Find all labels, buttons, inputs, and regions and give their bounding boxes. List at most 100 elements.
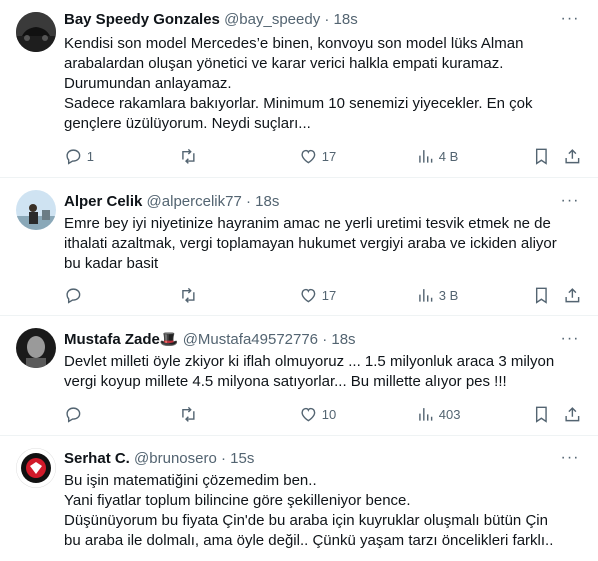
tweet-text-line: Devlet milleti öyle zkiyor ki iflah olmu… xyxy=(64,353,555,370)
tweet-actions: 1 17 4 B xyxy=(64,146,584,166)
tweet[interactable]: Alper Celik @alpercelik77 · 18s ··· Emre… xyxy=(0,178,598,316)
bookmark-button[interactable] xyxy=(532,404,551,424)
display-name[interactable]: Serhat C. xyxy=(64,450,130,467)
retweet-button[interactable] xyxy=(179,404,202,424)
views-chart-icon xyxy=(419,288,433,302)
tweet-text-line: Düşünüyorum bu fiyata Çin'de bu araba iç… xyxy=(64,512,548,529)
portrait-avatar-image xyxy=(16,328,56,368)
tweet-text-line: bu araba ile dolmalı, ama öyle değil.. Ç… xyxy=(64,532,554,549)
eagle-logo-avatar-image xyxy=(16,448,56,488)
tweet-text-line: ithalati azaltmak, vergi toplamayan huku… xyxy=(64,235,557,252)
person-avatar-image xyxy=(16,190,56,230)
tweet-text-line: Yani fiyatlar toplum bilincine göre şeki… xyxy=(64,492,411,509)
views-chart-icon xyxy=(419,407,433,421)
views-button[interactable]: 4 B xyxy=(416,146,458,166)
user-handle[interactable]: @bay_speedy xyxy=(224,11,320,28)
share-icon xyxy=(565,148,580,163)
timestamp[interactable]: 18s xyxy=(255,193,279,210)
display-name[interactable]: Bay Speedy Gonzales xyxy=(64,11,220,28)
avatar[interactable] xyxy=(16,190,56,230)
like-button[interactable]: 10 xyxy=(299,404,336,424)
tweet-text-line: Bu işin matematiğini çözemedim ben.. xyxy=(64,472,317,489)
tweet-text-line: Emre bey iyi niyetinize hayranim amac ne… xyxy=(64,215,551,232)
user-handle[interactable]: @brunosero xyxy=(134,450,217,467)
separator-dot: · xyxy=(322,331,328,348)
reply-button[interactable]: 1 xyxy=(64,146,94,166)
reply-icon xyxy=(66,407,81,423)
tweet[interactable]: Bay Speedy Gonzales @bay_speedy · 18s ··… xyxy=(0,0,598,178)
tweet-text-line: arabalardan oluşan yönetici ve karar ver… xyxy=(64,55,504,72)
views-count: 3 B xyxy=(438,287,459,303)
car-avatar-image xyxy=(16,12,56,52)
tweet-text-line: Durumundan anlayamaz. xyxy=(64,75,232,92)
like-count: 17 xyxy=(321,148,337,164)
views-count: 403 xyxy=(438,406,461,422)
views-button[interactable]: 403 xyxy=(416,404,460,424)
tweet-text-line: gençlere üzülüyorum. Neydi suçları... xyxy=(64,115,311,132)
like-button[interactable]: 17 xyxy=(299,285,336,305)
reply-icon xyxy=(66,288,81,304)
more-options-button[interactable]: ··· xyxy=(560,193,580,214)
share-button[interactable] xyxy=(563,404,582,424)
timestamp[interactable]: 18s xyxy=(331,331,355,348)
tweet-text: Kendisi son model Mercedes’e binen, konv… xyxy=(64,34,584,134)
views-count: 4 B xyxy=(438,148,459,164)
share-icon xyxy=(565,287,580,302)
tweet-text-line: Kendisi son model Mercedes’e binen, konv… xyxy=(64,35,524,52)
reply-button[interactable] xyxy=(64,404,87,424)
retweet-button[interactable] xyxy=(179,146,202,166)
display-name[interactable]: Alper Celik xyxy=(64,193,142,210)
like-count: 10 xyxy=(321,406,337,422)
tweet-text-line: vergi koyup millete 4.5 milyona satıyorl… xyxy=(64,373,507,390)
timestamp[interactable]: 18s xyxy=(334,11,358,28)
avatar[interactable] xyxy=(16,328,56,368)
views-button[interactable]: 3 B xyxy=(416,285,458,305)
reply-icon xyxy=(66,149,81,165)
tweet-header: Alper Celik @alpercelik77 · 18s xyxy=(64,192,558,212)
more-options-button[interactable]: ··· xyxy=(560,11,580,32)
retweet-icon xyxy=(182,148,195,164)
tweet-actions: 10 403 xyxy=(64,404,584,424)
retweet-button[interactable] xyxy=(179,285,202,305)
tweet-header: Mustafa Zade🎩 @Mustafa49572776 · 18s xyxy=(64,330,558,350)
reply-count: 1 xyxy=(86,148,94,164)
avatar[interactable] xyxy=(16,448,56,488)
share-icon xyxy=(565,406,580,421)
separator-dot: · xyxy=(220,450,226,467)
share-button[interactable] xyxy=(563,285,582,305)
tweet-header: Serhat C. @brunosero · 15s xyxy=(64,449,558,469)
bookmark-icon xyxy=(535,406,547,423)
avatar[interactable] xyxy=(16,12,56,52)
user-handle[interactable]: @alpercelik77 xyxy=(147,193,242,210)
heart-icon xyxy=(301,288,316,303)
bookmark-button[interactable] xyxy=(532,146,551,166)
retweet-icon xyxy=(182,406,195,422)
views-chart-icon xyxy=(419,149,433,163)
tweet[interactable]: Mustafa Zade🎩 @Mustafa49572776 · 18s ···… xyxy=(0,316,598,436)
timestamp[interactable]: 15s xyxy=(230,450,254,467)
tweet-text: Bu işin matematiğini çözemedim ben.. Yan… xyxy=(64,471,584,551)
heart-icon xyxy=(301,407,316,422)
like-button[interactable]: 17 xyxy=(299,146,336,166)
share-button[interactable] xyxy=(563,146,582,166)
display-name[interactable]: Mustafa Zade🎩 xyxy=(64,331,179,348)
user-handle[interactable]: @Mustafa49572776 xyxy=(183,331,318,348)
tweet-text: Devlet milleti öyle zkiyor ki iflah olmu… xyxy=(64,352,584,392)
separator-dot: · xyxy=(246,193,251,210)
tweet-text-line: bu kadar basit xyxy=(64,255,159,272)
tweet-header: Bay Speedy Gonzales @bay_speedy · 18s xyxy=(64,10,558,30)
retweet-icon xyxy=(182,287,195,303)
bookmark-icon xyxy=(535,287,547,304)
heart-icon xyxy=(301,149,316,164)
tweet-actions: 17 3 B xyxy=(64,285,584,305)
bookmark-icon xyxy=(535,148,547,165)
bookmark-button[interactable] xyxy=(532,285,551,305)
more-options-button[interactable]: ··· xyxy=(560,331,580,352)
tweet-text-line: Sadece rakamlara bakıyorlar. Minimum 10 … xyxy=(64,95,533,112)
like-count: 17 xyxy=(321,287,337,303)
reply-button[interactable] xyxy=(64,285,87,305)
more-options-button[interactable]: ··· xyxy=(560,450,580,471)
tweet[interactable]: Serhat C. @brunosero · 15s ··· Bu işin m… xyxy=(0,436,598,561)
separator-dot: · xyxy=(324,11,330,28)
tweet-text: Emre bey iyi niyetinize hayranim amac ne… xyxy=(64,214,584,274)
